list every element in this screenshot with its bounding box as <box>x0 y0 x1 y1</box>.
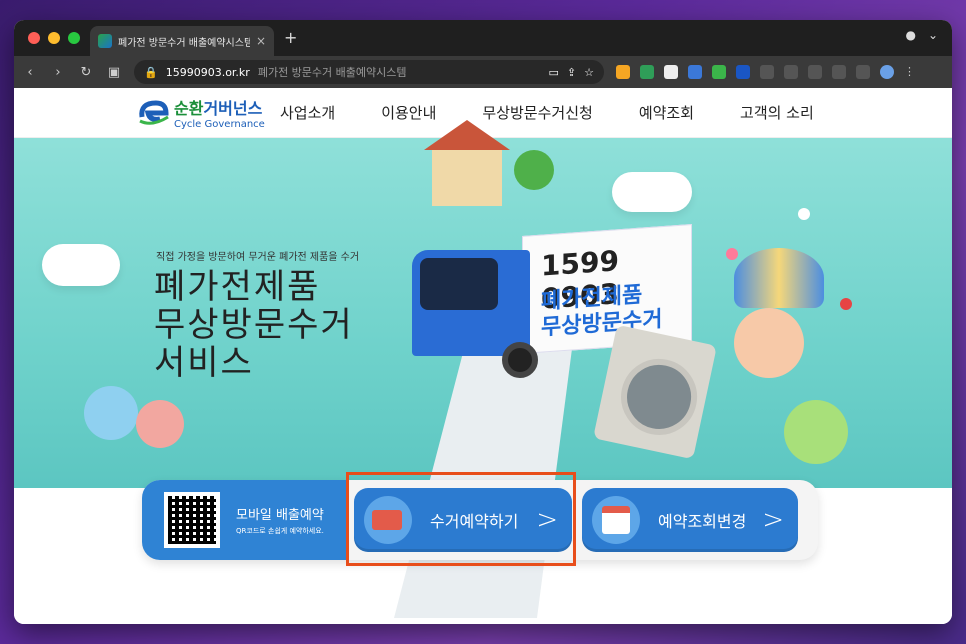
more-menu-icon[interactable]: ⋮ <box>904 65 918 79</box>
tab-title: 폐가전 방문수거 배출예약시스템 <box>118 37 250 49</box>
site-favicon-icon <box>98 34 112 48</box>
extension-icon[interactable] <box>688 65 702 79</box>
mascot-character <box>734 308 804 378</box>
browser-window: 폐가전 방문수거 배출예약시스템 × + ● ⌄ ‹ › ↻ ▣ 🔒 15990… <box>14 20 952 624</box>
new-tab-button[interactable]: + <box>284 28 297 47</box>
profile-icon[interactable]: ● <box>905 28 915 42</box>
back-icon[interactable]: ‹ <box>22 65 38 80</box>
logo-english: Cycle Governance <box>174 119 265 130</box>
heart-icon <box>840 298 852 310</box>
window-controls <box>28 32 80 44</box>
reserve-pickup-label: 수거예약하기 <box>430 512 519 531</box>
menu-item-about[interactable]: 사업소개 <box>280 102 335 123</box>
avatar[interactable] <box>880 65 894 79</box>
tab-bar-right: ● ⌄ <box>905 28 938 42</box>
extensions-area: ⋮ <box>616 65 918 79</box>
bookmark-star-icon[interactable]: ☆ <box>584 66 594 79</box>
menu-item-voice[interactable]: 고객의 소리 <box>740 102 814 123</box>
extension-icon[interactable] <box>640 65 654 79</box>
menu-item-lookup[interactable]: 예약조회 <box>639 102 694 123</box>
extension-icon[interactable] <box>664 65 678 79</box>
truck-icon <box>364 496 412 544</box>
calendar-icon <box>592 496 640 544</box>
heart-icon <box>798 208 810 220</box>
sidebar-icon[interactable] <box>856 65 870 79</box>
cloud-illustration <box>42 244 120 286</box>
tab-bar: 폐가전 방문수거 배출예약시스템 × + ● ⌄ <box>14 20 952 56</box>
tab-menu-chevron-icon[interactable]: ⌄ <box>928 28 938 42</box>
browser-tab[interactable]: 폐가전 방문수거 배출예약시스템 × <box>90 26 274 56</box>
maximize-window-button[interactable] <box>68 32 80 44</box>
house-illustration <box>424 120 510 206</box>
mobile-reservation-card[interactable]: 모바일 배출예약 QR코드로 손쉽게 예약하세요. <box>142 480 346 560</box>
cloud-illustration <box>612 172 692 212</box>
hero-title-line: 서비스 <box>154 343 254 383</box>
hero-subtitle: 직접 가정을 방문하여 무거운 폐가전 제품을 수거 <box>156 252 360 263</box>
mascot-character <box>84 386 138 440</box>
site-logo[interactable]: 순환거버넌스 Cycle Governance <box>138 95 270 130</box>
logo-ko-part-a: 순환 <box>174 99 204 118</box>
extension-icon[interactable] <box>736 65 750 79</box>
url-domain: 15990903.or.kr <box>165 65 250 79</box>
download-icon[interactable] <box>784 65 798 79</box>
puzzle-icon[interactable] <box>760 65 774 79</box>
reserve-pickup-button[interactable]: 수거예약하기 > <box>354 488 572 552</box>
chevron-right-icon: > <box>536 505 558 535</box>
screen-icon[interactable] <box>808 65 822 79</box>
extension-icon[interactable] <box>616 65 630 79</box>
camera-icon[interactable] <box>832 65 846 79</box>
address-bar[interactable]: 🔒 15990903.or.kr 폐가전 방문수거 배출예약시스템 ▭ ⇪ ☆ <box>134 60 604 84</box>
logo-e-icon <box>138 97 170 129</box>
truck-window <box>420 258 498 310</box>
mobile-reservation-title: 모바일 배출예약 <box>236 508 324 523</box>
truck-wheel <box>502 342 538 378</box>
mascot-character <box>784 400 848 464</box>
hero-title-line: 폐가전제품 <box>154 267 321 307</box>
logo-ko-part-b: 거버넌스 <box>203 99 263 118</box>
mascot-character <box>136 400 184 448</box>
url-page-title: 폐가전 방문수거 배출예약시스템 <box>257 66 407 79</box>
minimize-window-button[interactable] <box>48 32 60 44</box>
cast-icon[interactable]: ▭ <box>549 66 559 79</box>
reservation-check-button[interactable]: 예약조회변경 > <box>582 488 798 552</box>
hero-title-line: 무상방문수거 <box>154 305 354 345</box>
chevron-right-icon: > <box>762 505 784 535</box>
close-tab-icon[interactable]: × <box>256 34 266 48</box>
heart-icon <box>726 248 738 260</box>
lock-icon: 🔒 <box>144 65 158 79</box>
bookmark-n-icon[interactable]: ▣ <box>106 65 122 80</box>
reload-icon[interactable]: ↻ <box>78 65 94 80</box>
cta-bar: 모바일 배출예약 QR코드로 손쉽게 예약하세요. 수거예약하기 > 예약조회변… <box>142 472 818 566</box>
reservation-check-label: 예약조회변경 <box>658 512 747 531</box>
qr-code-icon <box>164 492 220 548</box>
share-icon[interactable]: ⇪ <box>567 66 576 79</box>
hero-title: 폐가전제품 무상방문수거 서비스 <box>154 268 354 382</box>
tree-illustration <box>514 150 554 190</box>
main-menu: 사업소개 이용안내 무상방문수거신청 예약조회 고객의 소리 <box>280 102 814 123</box>
mascot-hat <box>734 248 824 308</box>
browser-toolbar: ‹ › ↻ ▣ 🔒 15990903.or.kr 폐가전 방문수거 배출예약시스… <box>14 56 952 88</box>
logo-korean: 순환거버넌스 <box>174 95 265 119</box>
close-window-button[interactable] <box>28 32 40 44</box>
extension-icon[interactable] <box>712 65 726 79</box>
mobile-reservation-subtitle: QR코드로 손쉽게 예약하세요. <box>236 527 324 535</box>
forward-icon[interactable]: › <box>50 65 66 80</box>
hero-section: 직접 가정을 방문하여 무거운 폐가전 제품을 수거 폐가전제품 무상방문수거 … <box>14 120 952 624</box>
